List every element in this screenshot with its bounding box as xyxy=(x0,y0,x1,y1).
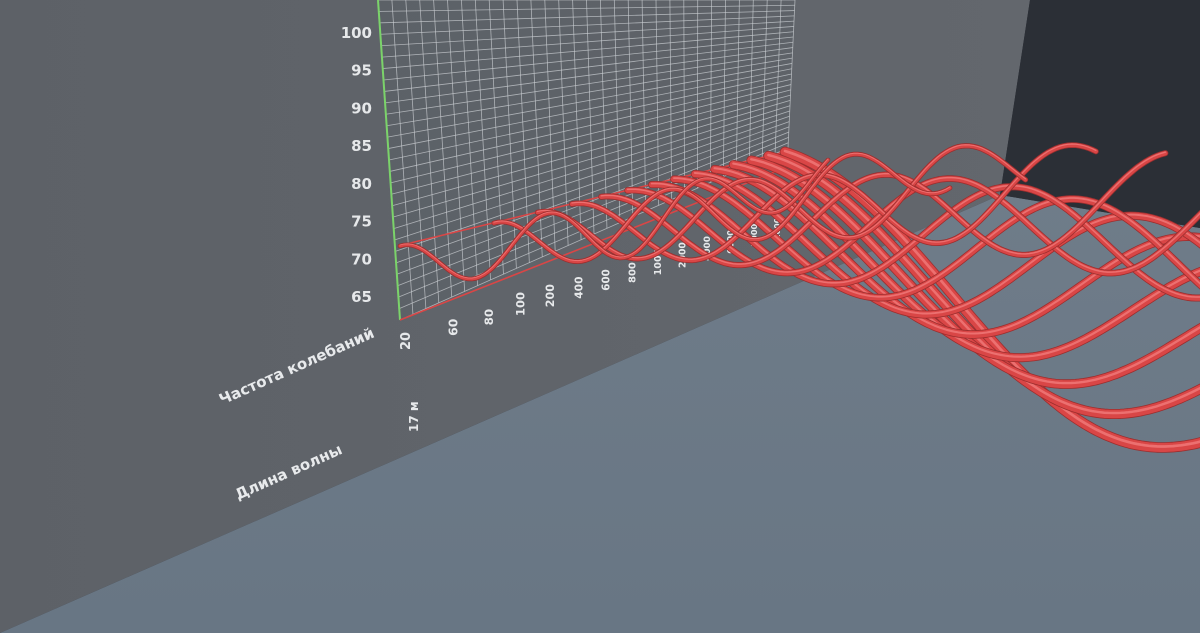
chart-scene: 100 95 90 85 80 75 70 65 20 60 80 100 200 400 600 800 1… xyxy=(0,0,1200,633)
y-tick-label: 65 xyxy=(351,288,372,306)
x-tick-label: 100 xyxy=(514,292,528,316)
z-axis-tick: 17 м xyxy=(407,401,421,432)
x-tick-label: 800 xyxy=(628,262,639,283)
y-tick-label: 95 xyxy=(351,62,372,80)
x-tick-label: 20 xyxy=(399,332,414,350)
y-tick-label: 85 xyxy=(351,137,372,155)
y-tick-label: 70 xyxy=(351,250,372,268)
x-tick-label: 2000 xyxy=(678,242,689,268)
y-tick-label: 80 xyxy=(351,175,372,193)
x-tick-label: 60 xyxy=(446,318,461,336)
y-tick-label: 100 xyxy=(341,24,372,42)
x-tick-label: 200 xyxy=(544,284,557,307)
right-wall-edge xyxy=(1000,0,1200,228)
y-tick-label: 90 xyxy=(351,99,372,117)
y-tick-label: 75 xyxy=(351,213,372,231)
x-tick-label: 600 xyxy=(600,269,612,291)
x-tick-label: 400 xyxy=(572,276,585,298)
x-tick-label: 80 xyxy=(482,309,496,326)
